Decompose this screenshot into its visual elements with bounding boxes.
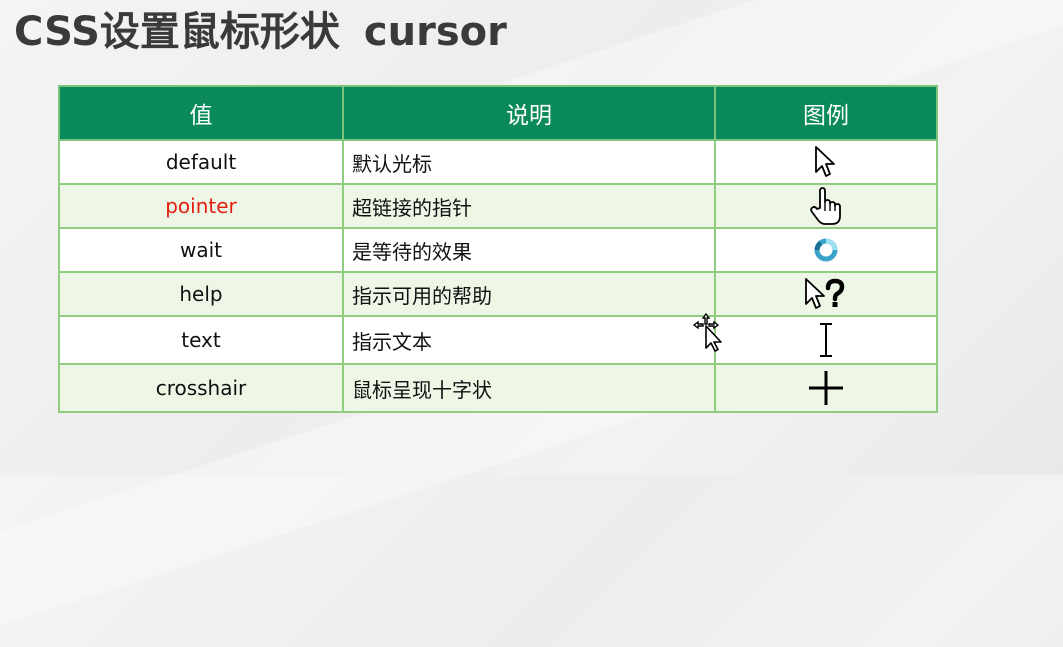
description-cell: 指示可用的帮助 — [342, 271, 716, 317]
table-row: pointer 超链接的指针 — [58, 183, 938, 229]
description-cell: 指示文本 — [342, 315, 716, 365]
example-cell — [714, 363, 938, 413]
table-row: crosshair 鼠标呈现十字状 — [58, 363, 938, 413]
value-cell: text — [58, 315, 344, 365]
header-description: 说明 — [342, 85, 716, 141]
example-cell — [714, 183, 938, 229]
busy-ring-icon — [812, 236, 840, 264]
example-cell — [714, 139, 938, 185]
description-cell: 默认光标 — [342, 139, 716, 185]
hand-pointer-icon — [810, 187, 841, 225]
description-cell: 是等待的效果 — [342, 227, 716, 273]
cursor-table: 值 说明 图例 default 默认光标 pointer 超链接的指针 wait… — [58, 85, 938, 413]
table-row: text 指示文本 — [58, 315, 938, 365]
value-cell: help — [58, 271, 344, 317]
example-cell — [714, 227, 938, 273]
title-suffix: cursor — [363, 9, 507, 55]
arrow-cursor-icon — [815, 146, 835, 177]
table-row: default 默认光标 — [58, 139, 938, 185]
value-cell: crosshair — [58, 363, 344, 413]
slide-title: CSS设置鼠标形状 cursor — [14, 4, 507, 60]
description-cell: 鼠标呈现十字状 — [342, 363, 716, 413]
help-cursor-icon — [805, 278, 845, 309]
text-ibeam-icon — [820, 321, 832, 359]
example-cell — [714, 271, 938, 317]
header-example: 图例 — [714, 85, 938, 141]
crosshair-icon — [809, 371, 843, 405]
value-cell: wait — [58, 227, 344, 273]
table-row: wait 是等待的效果 — [58, 227, 938, 273]
table-header-row: 值 说明 图例 — [58, 85, 938, 141]
move-arrow-cursor-icon — [692, 312, 722, 352]
example-cell — [714, 315, 938, 365]
table-row: help 指示可用的帮助 — [58, 271, 938, 317]
description-cell: 超链接的指针 — [342, 183, 716, 229]
header-value: 值 — [58, 85, 344, 141]
value-cell: default — [58, 139, 344, 185]
title-prefix: CSS设置鼠标形状 — [14, 9, 340, 55]
value-cell: pointer — [58, 183, 344, 229]
